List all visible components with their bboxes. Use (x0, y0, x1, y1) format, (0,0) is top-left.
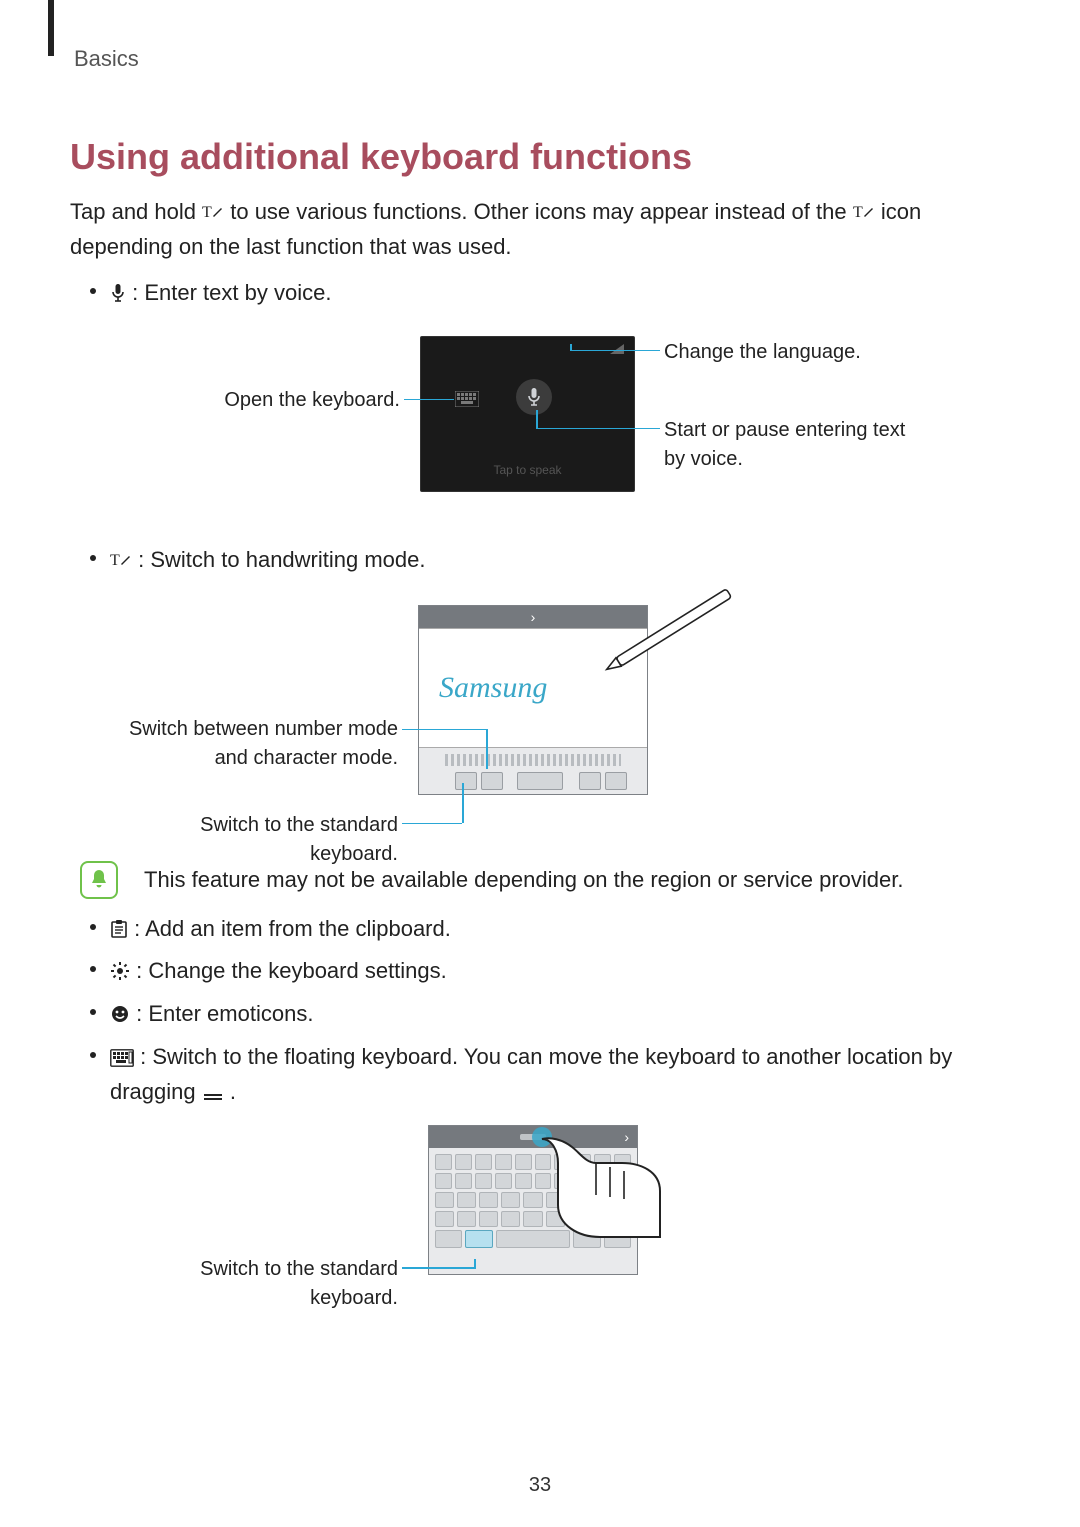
mode-key (481, 772, 503, 790)
bullet-dot (90, 1009, 96, 1015)
bullet-list-mid: T : Switch to handwriting mode. (70, 544, 1010, 579)
t-pen-icon: T (110, 547, 132, 579)
callout-standard-keyboard: Switch to the standard keyboard. (126, 811, 398, 869)
callout-line (402, 729, 486, 731)
smiley-icon (110, 1001, 130, 1033)
bullet-handwriting: T : Switch to handwriting mode. (110, 544, 1010, 579)
callout-line (474, 1259, 476, 1269)
bullet-floating-text-a: : Switch to the floating keyboard. You c… (110, 1044, 952, 1104)
bullet-dot (90, 555, 96, 561)
handwriting-bottom (419, 748, 647, 794)
breadcrumb: Basics (74, 46, 1010, 72)
callout-line (404, 399, 454, 401)
page-heading: Using additional keyboard functions (70, 136, 1010, 178)
microphone-icon (110, 280, 126, 312)
t-pen-icon: T (202, 199, 224, 231)
callout-change-language: Change the language. (664, 338, 861, 367)
clipboard-icon (110, 916, 128, 948)
tap-to-speak-label: Tap to speak (421, 463, 634, 477)
gear-icon (110, 958, 130, 990)
figure-floating-keyboard: › Switch to the standard keyboard. (70, 1119, 1010, 1309)
space-key (517, 772, 563, 790)
svg-text:T: T (853, 204, 863, 221)
intro-text-a: Tap and hold (70, 199, 202, 224)
intro-paragraph: Tap and hold T to use various functions.… (70, 196, 1010, 263)
bullet-dot (90, 288, 96, 294)
callout-line (536, 410, 538, 428)
stylus-pen-icon (580, 571, 760, 691)
page-number: 33 (0, 1474, 1080, 1497)
keyboard-icon (455, 391, 479, 407)
intro-text-b: to use various functions. Other icons ma… (230, 199, 852, 224)
callout-line (402, 823, 462, 825)
bullet-voice-text: : Enter text by voice. (132, 280, 331, 305)
bullet-dot (90, 924, 96, 930)
keyboard-switch-key (455, 772, 477, 790)
bullet-dot (90, 966, 96, 972)
list-item: : Enter text by voice. (70, 277, 1010, 312)
handwriting-sample-text: Samsung (439, 671, 547, 705)
floating-keyboard-icon (110, 1044, 134, 1076)
bell-icon (80, 861, 118, 899)
t-pen-icon: T (853, 199, 875, 231)
chevron-right-icon: › (531, 609, 536, 625)
callout-open-keyboard: Open the keyboard. (180, 386, 400, 415)
bullet-settings-text: : Change the keyboard settings. (136, 958, 447, 983)
callout-line (486, 729, 488, 769)
voice-panel: Tap to speak (420, 336, 635, 492)
backspace-key (579, 772, 601, 790)
header-side-rule (48, 0, 54, 56)
list-item: T : Switch to handwriting mode. (70, 544, 1010, 579)
finger-pointer-icon (500, 1117, 670, 1257)
callout-line (570, 350, 660, 352)
manual-page: Basics Using additional keyboard functio… (0, 0, 1080, 1527)
callout-line (570, 344, 572, 350)
list-item: : Change the keyboard settings. (70, 955, 1010, 990)
bullet-voice: : Enter text by voice. (110, 277, 1010, 312)
figure-handwriting: › Samsung Switch between number mode and… (70, 587, 1010, 847)
callout-line (402, 1267, 474, 1269)
number-strip (445, 754, 621, 766)
bullet-emoticons-text: : Enter emoticons. (136, 1001, 313, 1026)
enter-key (605, 772, 627, 790)
bullet-list-top: : Enter text by voice. (70, 277, 1010, 312)
callout-line (536, 428, 660, 430)
list-item: : Enter emoticons. (70, 998, 1010, 1033)
bullet-clipboard-text: : Add an item from the clipboard. (134, 916, 451, 941)
figure-voice-input: Tap to speak Open the keyboard. Change t… (70, 330, 1010, 530)
callout-line (462, 783, 464, 823)
list-item: : Switch to the floating keyboard. You c… (70, 1041, 1010, 1111)
microphone-button-icon (516, 379, 552, 415)
callout-number-char-mode: Switch between number mode and character… (108, 715, 398, 773)
list-item: : Add an item from the clipboard. (70, 913, 1010, 948)
svg-text:T: T (202, 204, 212, 221)
callout-start-pause: Start or pause entering text by voice. (664, 416, 924, 474)
drag-handle-icon (202, 1079, 224, 1111)
bullet-list-bottom: : Add an item from the clipboard. : Chan… (70, 913, 1010, 1111)
callout-standard-keyboard: Switch to the standard keyboard. (126, 1255, 398, 1313)
svg-text:T: T (110, 552, 120, 569)
bullet-floating-text-b: . (230, 1079, 236, 1104)
bullet-dot (90, 1052, 96, 1058)
bullet-handwriting-text: : Switch to handwriting mode. (138, 547, 425, 572)
